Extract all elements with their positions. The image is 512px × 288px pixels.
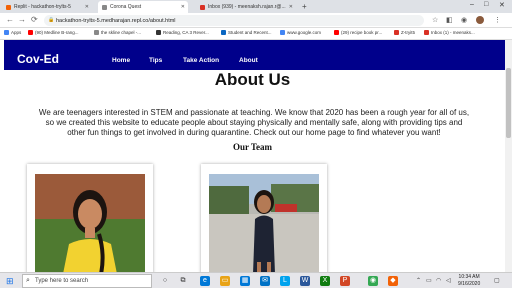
menu-icon[interactable]: ⋮ xyxy=(494,16,501,24)
site-brand[interactable]: Cov-Ed xyxy=(17,52,59,66)
extension-icon[interactable]: ◧ xyxy=(446,16,453,24)
bookmark-item[interactable]: Reading, CA 3 Rever... xyxy=(156,30,209,35)
cortana-icon[interactable]: ○ xyxy=(160,276,170,286)
gmail-icon xyxy=(424,30,429,35)
bookmark-item[interactable]: www.google.com xyxy=(280,30,321,35)
store-icon[interactable]: ▦ xyxy=(240,276,250,286)
page-title: About Us xyxy=(214,70,291,89)
team-member-photo xyxy=(35,174,145,272)
bookmark-label: (90) Medline B-rang... xyxy=(35,30,79,35)
google-icon xyxy=(280,30,285,35)
bookmark-label: Reading, CA 3 Rever... xyxy=(163,30,209,35)
mail-icon[interactable]: ✉ xyxy=(260,276,270,286)
search-placeholder: Type here to search xyxy=(35,278,89,284)
youtube-icon xyxy=(334,30,339,35)
app-icon[interactable]: L xyxy=(280,276,290,286)
page-icon xyxy=(102,4,107,10)
nav-take-action[interactable]: Take Action xyxy=(183,57,219,64)
chrome-icon[interactable]: ◉ xyxy=(368,276,378,286)
lock-icon: 🔒 xyxy=(48,17,55,23)
youtube-icon xyxy=(28,30,33,35)
tab-label: Inbox (939) - meenaksh.rajan.r@... xyxy=(208,4,286,10)
team-member-card xyxy=(27,164,153,272)
bookmark-item[interactable]: Z-tryit5 xyxy=(394,30,415,35)
bookmark-item[interactable]: Student and Recent... xyxy=(221,30,272,35)
edge-icon[interactable]: e xyxy=(200,276,210,286)
bookmark-label: Z-tryit5 xyxy=(401,30,415,35)
bookmark-label: Student and Recent... xyxy=(228,30,272,35)
back-icon[interactable]: ← xyxy=(6,15,14,24)
windows-taskbar: ⊞ ⌕ Type here to search ○ ⧉ e ▭ ▦ ✉ L W … xyxy=(0,272,512,288)
word-icon[interactable]: W xyxy=(300,276,310,286)
browser-tab-replit[interactable]: Replit - hackathon-trylts-5 ✕ xyxy=(2,1,92,13)
reload-icon[interactable]: ⟳ xyxy=(31,15,38,24)
xbox-icon[interactable]: X xyxy=(320,276,330,286)
gmail-icon xyxy=(200,4,205,10)
page-icon xyxy=(156,30,161,35)
bookmarks-bar: Apps (90) Medline B-rang... the skline c… xyxy=(0,28,512,40)
site-navbar: Cov-Ed Home Tips Take Action About xyxy=(4,40,505,70)
profile-avatar[interactable] xyxy=(476,16,484,24)
taskbar-clock[interactable]: 10:34 AM 9/16/2020 xyxy=(458,274,480,288)
url-text: hackathon-trylts-5.medharajan.repl.co/ab… xyxy=(56,17,176,24)
bookmark-item[interactable]: (29) recipe book pr... xyxy=(334,30,382,35)
scrollbar-thumb[interactable] xyxy=(506,68,511,138)
app-icon-2[interactable]: ◆ xyxy=(388,276,398,286)
close-icon[interactable]: ✕ xyxy=(181,4,185,10)
close-window-icon[interactable]: ✕ xyxy=(499,1,505,9)
team-member-card xyxy=(201,164,327,272)
close-icon[interactable]: ✕ xyxy=(289,4,293,10)
team-heading: Our Team xyxy=(232,142,273,152)
team-member-photo xyxy=(209,174,319,272)
maximize-icon[interactable]: □ xyxy=(484,1,488,8)
nav-about[interactable]: About xyxy=(239,57,258,64)
browser-tab-bar: Replit - hackathon-trylts-5 ✕ Corona Que… xyxy=(0,0,512,13)
clock-date: 9/16/2020 xyxy=(458,281,481,287)
search-icon: ⌕ xyxy=(26,277,30,284)
page-scrollbar[interactable] xyxy=(505,40,512,272)
bookmark-label: www.google.com xyxy=(287,30,322,35)
file-explorer-icon[interactable]: ▭ xyxy=(220,276,230,286)
page-icon xyxy=(94,30,99,35)
bookmark-star-icon[interactable]: ☆ xyxy=(432,16,438,24)
task-view-icon[interactable]: ⧉ xyxy=(178,276,188,286)
tab-label: Corona Quest xyxy=(110,4,142,10)
intro-paragraph: We are teenagers interested in STEM and … xyxy=(38,108,470,137)
powerpoint-icon[interactable]: P xyxy=(340,276,350,286)
replit-icon xyxy=(6,4,11,10)
clock-time: 10:34 AM xyxy=(458,274,480,280)
bookmark-item[interactable]: the skline chapel -... xyxy=(94,30,141,35)
taskbar-search-input[interactable]: ⌕ Type here to search xyxy=(22,274,152,288)
bookmark-label: (29) recipe book pr... xyxy=(341,30,383,35)
tray-chevron-icon[interactable]: ⌃ xyxy=(416,277,421,284)
bookmark-item[interactable]: (90) Medline B-rang... xyxy=(28,30,79,35)
tab-label: Replit - hackathon-trylts-5 xyxy=(14,4,71,10)
linkedin-icon xyxy=(221,30,226,35)
close-icon[interactable]: ✕ xyxy=(85,4,89,10)
bookmark-label: the skline chapel -... xyxy=(101,30,142,35)
bookmark-label: Apps xyxy=(11,30,22,35)
volume-icon[interactable]: ◁ xyxy=(446,277,451,284)
forward-icon[interactable]: → xyxy=(18,15,26,24)
nav-home[interactable]: Home xyxy=(112,57,130,64)
extension-icon-2[interactable]: ◉ xyxy=(461,16,467,24)
minimize-icon[interactable]: – xyxy=(470,1,474,8)
browser-tab-corona-quest[interactable]: Corona Quest ✕ xyxy=(98,1,188,13)
address-bar-row: ← → ⟳ 🔒 hackathon-trylts-5.medharajan.re… xyxy=(0,13,512,28)
bookmark-apps[interactable]: Apps xyxy=(4,30,21,35)
browser-tab-inbox-1[interactable]: Inbox (939) - meenaksh.rajan.r@... ✕ xyxy=(196,1,296,13)
battery-icon[interactable]: ▭ xyxy=(426,277,432,284)
web-page: Cov-Ed Home Tips Take Action About About… xyxy=(0,40,505,272)
nav-tips[interactable]: Tips xyxy=(149,57,162,64)
bookmark-item[interactable]: Inbox (1) - meenaks... xyxy=(424,30,475,35)
apps-icon xyxy=(4,30,9,35)
wifi-icon[interactable]: ◠ xyxy=(436,277,441,284)
page-icon xyxy=(394,30,399,35)
windows-start-icon[interactable]: ⊞ xyxy=(6,276,14,287)
url-input[interactable]: 🔒 hackathon-trylts-5.medharajan.repl.co/… xyxy=(44,15,424,26)
notifications-icon[interactable]: ▢ xyxy=(494,277,500,284)
new-tab-button[interactable]: + xyxy=(302,2,307,11)
bookmark-label: Inbox (1) - meenaks... xyxy=(431,30,475,35)
